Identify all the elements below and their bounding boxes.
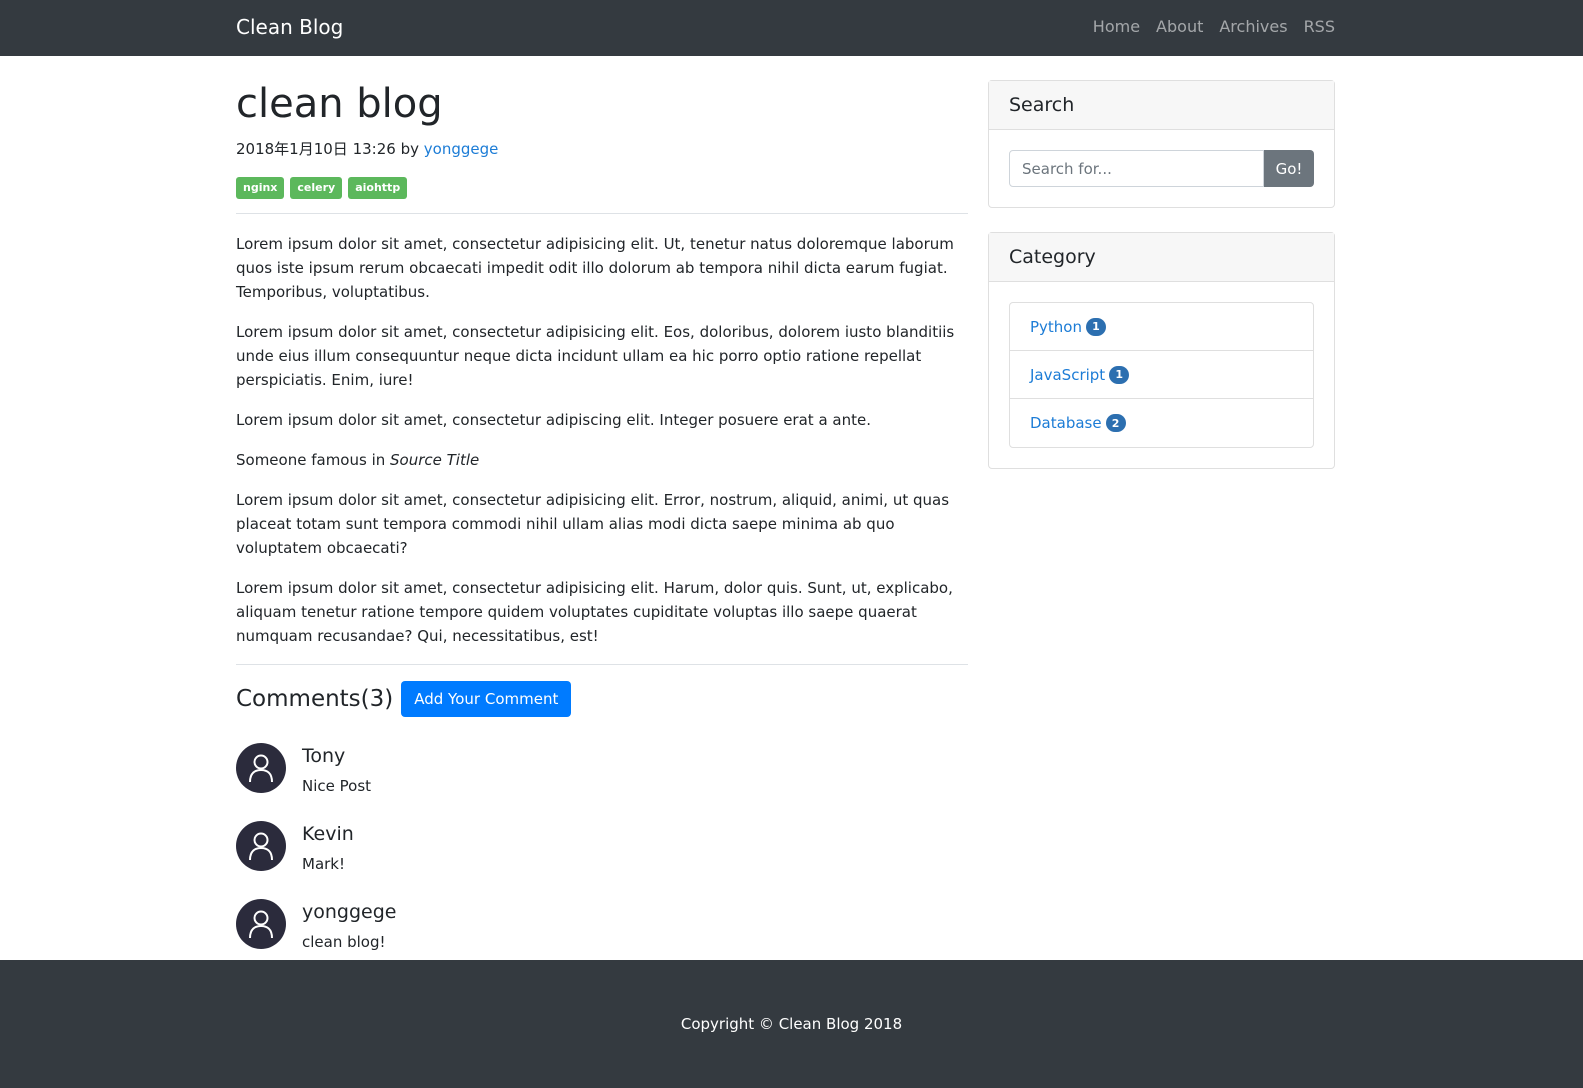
main-content: clean blog 2018年1月10日 13:26 by yonggege … xyxy=(236,80,968,951)
post-quote-attribution: Someone famous in Source Title xyxy=(236,448,968,472)
divider xyxy=(236,213,968,214)
category-link[interactable]: Python xyxy=(1030,318,1082,336)
post-tags: nginx celery aiohttp xyxy=(236,177,968,199)
nav-about[interactable]: About xyxy=(1148,17,1211,36)
category-link[interactable]: Database xyxy=(1030,414,1102,432)
navbar: Clean Blog Home About Archives RSS xyxy=(0,0,1583,56)
category-link[interactable]: JavaScript xyxy=(1030,366,1105,384)
quote-source: Source Title xyxy=(390,451,480,469)
search-input[interactable] xyxy=(1009,150,1264,187)
comment-body: yonggege clean blog! xyxy=(302,899,396,951)
category-card-title: Category xyxy=(989,233,1334,282)
quote-prefix: Someone famous in xyxy=(236,451,386,469)
category-count-badge: 2 xyxy=(1105,414,1126,432)
tag-aiohttp[interactable]: aiohttp xyxy=(348,177,408,199)
comment-item: yonggege clean blog! xyxy=(236,899,968,951)
add-comment-button[interactable]: Add Your Comment xyxy=(401,681,572,717)
category-card: Category Python 1 JavaScript 1 Database … xyxy=(988,232,1335,469)
tag-celery[interactable]: celery xyxy=(290,177,343,199)
user-avatar-icon xyxy=(236,743,286,793)
post-paragraph: Lorem ipsum dolor sit amet, consectetur … xyxy=(236,411,871,429)
search-go-button[interactable]: Go! xyxy=(1264,150,1314,187)
comment-author: yonggege xyxy=(302,901,397,923)
nav-rss[interactable]: RSS xyxy=(1296,17,1343,36)
search-card-body: Go! xyxy=(989,130,1334,207)
comment-text: clean blog! xyxy=(302,933,386,951)
post-paragraph: Lorem ipsum dolor sit amet, consectetur … xyxy=(236,579,953,645)
comment-body: Tony Nice Post xyxy=(302,743,371,795)
post-paragraph: Lorem ipsum dolor sit amet, consectetur … xyxy=(236,235,954,301)
user-avatar-icon xyxy=(236,821,286,871)
comment-item: Tony Nice Post xyxy=(236,743,968,795)
category-count-badge: 1 xyxy=(1109,365,1130,384)
post-author-link[interactable]: yonggege xyxy=(424,140,499,158)
search-card: Search Go! xyxy=(988,80,1335,208)
search-group: Go! xyxy=(1009,150,1314,187)
post-by: by xyxy=(400,140,419,158)
nav-archives[interactable]: Archives xyxy=(1211,17,1295,36)
comment-item: Kevin Mark! xyxy=(236,821,968,873)
footer: Copyright © Clean Blog 2018 xyxy=(0,960,1583,1088)
comment-author: Kevin xyxy=(302,823,354,845)
comment-text: Nice Post xyxy=(302,777,372,795)
post-title: clean blog xyxy=(236,81,443,127)
post-paragraph: Lorem ipsum dolor sit amet, consectetur … xyxy=(236,491,950,557)
comments-header: Comments(3) Add Your Comment xyxy=(236,681,968,717)
post-date: 2018年1月10日 13:26 xyxy=(236,140,396,158)
nav-links: Home About Archives RSS xyxy=(1085,17,1343,36)
post-meta: 2018年1月10日 13:26 by yonggege xyxy=(236,138,968,159)
comments-title: Comments(3) xyxy=(236,686,394,712)
category-item-database[interactable]: Database 2 xyxy=(1010,399,1313,447)
nav-home[interactable]: Home xyxy=(1085,17,1148,36)
comment-body: Kevin Mark! xyxy=(302,821,354,873)
category-count-badge: 1 xyxy=(1086,317,1106,336)
comment-author: Tony xyxy=(302,745,346,767)
search-card-title: Search xyxy=(989,81,1334,130)
comment-text: Mark! xyxy=(302,855,346,873)
sidebar: Search Go! Category Python 1 JavaScript … xyxy=(988,80,1335,493)
footer-copyright: Copyright © Clean Blog 2018 xyxy=(680,1015,903,1033)
category-card-body: Python 1 JavaScript 1 Database 2 xyxy=(989,282,1334,468)
user-avatar-icon xyxy=(236,899,286,949)
divider xyxy=(236,664,968,665)
category-item-python[interactable]: Python 1 xyxy=(1010,303,1313,351)
post-paragraph: Lorem ipsum dolor sit amet, consectetur … xyxy=(236,323,955,389)
brand-link[interactable]: Clean Blog xyxy=(236,15,343,39)
category-item-javascript[interactable]: JavaScript 1 xyxy=(1010,351,1313,399)
category-list: Python 1 JavaScript 1 Database 2 xyxy=(1009,302,1314,448)
tag-nginx[interactable]: nginx xyxy=(236,177,285,199)
